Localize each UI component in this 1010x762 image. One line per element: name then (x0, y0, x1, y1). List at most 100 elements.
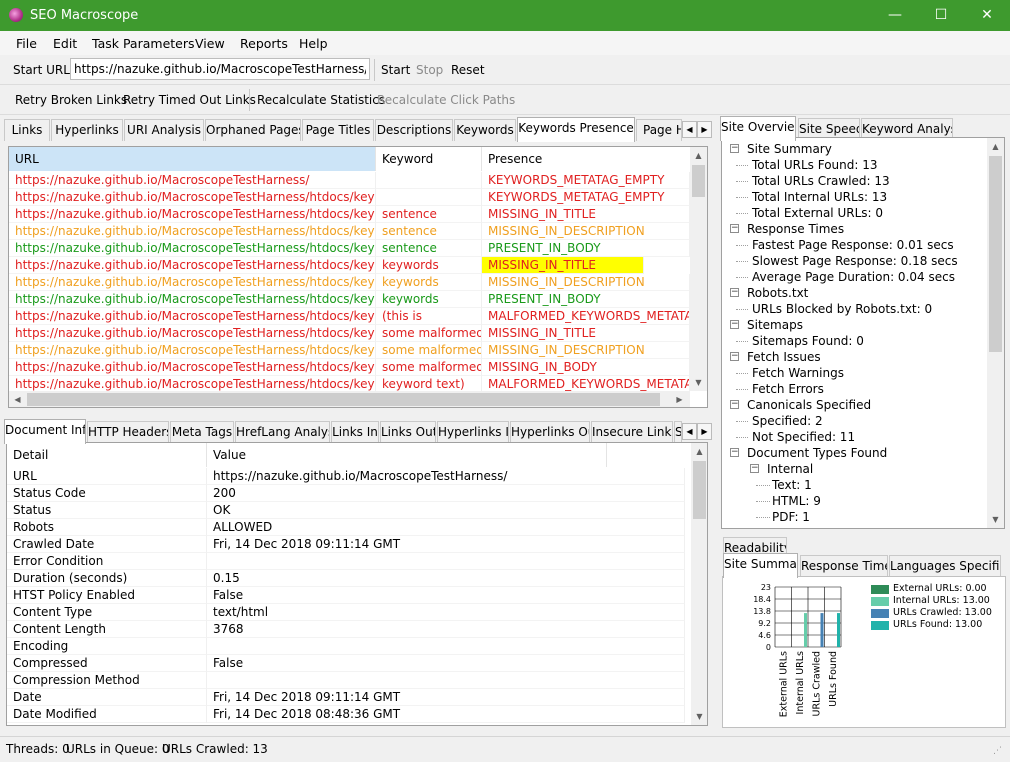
tree-node[interactable]: Slowest Page Response: 0.18 secs (752, 253, 958, 269)
tree-node[interactable]: Total Internal URLs: 13 (752, 189, 887, 205)
tree-node[interactable]: PDF: 1 (772, 509, 810, 525)
tree-node[interactable]: Document Types Found (747, 445, 887, 461)
recalculate-click-paths-button[interactable]: Recalculate Click Paths (377, 93, 515, 107)
scroll-up-icon[interactable]: ▲ (691, 443, 707, 460)
reset-button[interactable]: Reset (451, 63, 485, 77)
grid-vertical-scrollbar[interactable]: ▲ ▼ (690, 147, 707, 391)
tab-uri-analysis[interactable]: URI Analysis (124, 119, 204, 141)
tree-node[interactable]: Fastest Page Response: 0.01 secs (752, 237, 954, 253)
tree-node[interactable]: HTML: 9 (772, 493, 821, 509)
table-row[interactable]: Status Code 200 (7, 485, 692, 502)
tree-node[interactable]: Fetch Issues (747, 349, 821, 365)
scroll-thumb[interactable] (27, 393, 660, 406)
tree-node[interactable]: Total External URLs: 0 (752, 205, 883, 221)
tree-node[interactable]: Text: 1 (772, 477, 812, 493)
table-row[interactable]: Crawled Date Fri, 14 Dec 2018 09:11:14 GM… (7, 536, 692, 553)
tree-node[interactable]: URLs Blocked by Robots.txt: 0 (752, 301, 932, 317)
tree-collapse-icon[interactable]: − (750, 464, 759, 473)
menu-view[interactable]: View (195, 36, 225, 51)
table-row[interactable]: Compression Method (7, 672, 692, 689)
tab-links-in[interactable]: Links In (331, 421, 379, 443)
table-row[interactable]: https://nazuke.github.io/MacroscopeTestH… (9, 274, 690, 291)
tab-response-times[interactable]: Response Times (800, 555, 888, 577)
tree-collapse-icon[interactable]: − (730, 352, 739, 361)
tree-node[interactable]: Fetch Errors (752, 381, 824, 397)
tab-scroll-right-icon[interactable]: ▶ (697, 423, 712, 440)
tab-hyperlinks-out[interactable]: Hyperlinks Out (510, 421, 590, 443)
table-row[interactable]: https://nazuke.github.io/MacroscopeTestH… (9, 206, 690, 223)
tab-http-headers[interactable]: HTTP Headers (87, 421, 169, 443)
tab-scroll-left-icon[interactable]: ◀ (682, 423, 697, 440)
start-button[interactable]: Start (381, 63, 410, 77)
grid-vertical-scrollbar[interactable]: ▲ ▼ (691, 443, 707, 725)
close-button[interactable]: ✕ (964, 0, 1010, 31)
tree-collapse-icon[interactable]: − (730, 144, 739, 153)
tab-meta-tags[interactable]: Meta Tags (170, 421, 234, 443)
table-row[interactable]: https://nazuke.github.io/MacroscopeTestH… (9, 359, 690, 376)
tree-node[interactable]: Image: 2 (772, 525, 825, 528)
tab-page-titles[interactable]: Page Titles (302, 119, 374, 141)
tab-insecure-links[interactable]: Insecure Links (591, 421, 673, 443)
tab-keywords[interactable]: Keywords (454, 119, 516, 141)
tree-collapse-icon[interactable]: − (730, 224, 739, 233)
scroll-up-icon[interactable]: ▲ (987, 138, 1004, 155)
table-row[interactable]: Robots ALLOWED (7, 519, 692, 536)
menu-edit[interactable]: Edit (53, 36, 77, 51)
menu-reports[interactable]: Reports (240, 36, 288, 51)
table-row[interactable]: https://nazuke.github.io/MacroscopeTestH… (9, 308, 690, 325)
tree-collapse-icon[interactable]: − (730, 400, 739, 409)
tab-scroll-left-icon[interactable]: ◀ (682, 121, 697, 138)
scroll-left-icon[interactable]: ◀ (9, 391, 26, 407)
tab-document-info[interactable]: Document Info (4, 419, 86, 444)
tab-hyperlinks[interactable]: Hyperlinks (51, 119, 123, 141)
tab-site-overview[interactable]: Site Overview (720, 116, 796, 141)
stop-button[interactable]: Stop (416, 63, 443, 77)
tab-scroll-right-icon[interactable]: ▶ (697, 121, 712, 138)
tree-node[interactable]: Site Summary (747, 141, 832, 157)
tree-node[interactable]: Canonicals Specified (747, 397, 871, 413)
table-row[interactable]: https://nazuke.github.io/MacroscopeTestH… (9, 172, 690, 189)
scroll-down-icon[interactable]: ▼ (987, 511, 1004, 528)
table-row[interactable]: Error Condition (7, 553, 692, 570)
column-header-url[interactable]: URL (9, 147, 376, 171)
tree-collapse-icon[interactable]: − (730, 448, 739, 457)
table-row[interactable]: Compressed False (7, 655, 692, 672)
table-row[interactable]: https://nazuke.github.io/MacroscopeTestH… (9, 189, 690, 206)
scroll-thumb[interactable] (692, 165, 705, 197)
tree-node[interactable]: Not Specified: 11 (752, 429, 855, 445)
tab-orphaned-pages[interactable]: Orphaned Pages (205, 119, 301, 141)
scroll-down-icon[interactable]: ▼ (690, 374, 707, 391)
tree-node[interactable]: Response Times (747, 221, 844, 237)
table-row[interactable]: https://nazuke.github.io/MacroscopeTestH… (9, 240, 690, 257)
tab-links-out[interactable]: Links Out (380, 421, 436, 443)
table-row[interactable]: https://nazuke.github.io/MacroscopeTestH… (9, 291, 690, 308)
retry-broken-links-button[interactable]: Retry Broken Links (15, 93, 127, 107)
tab-links[interactable]: Links (4, 119, 50, 141)
tab-hyperlinks-in[interactable]: Hyperlinks In (437, 421, 509, 443)
tree-node[interactable]: Total URLs Found: 13 (752, 157, 877, 173)
resize-grip-icon[interactable]: ⋰ (993, 746, 1002, 756)
maximize-button[interactable]: ☐ (918, 0, 964, 31)
tab-keywords-presence[interactable]: Keywords Presence (517, 117, 635, 142)
recalculate-statistics-button[interactable]: Recalculate Statistics (257, 93, 385, 107)
tree-node[interactable]: Internal (767, 461, 813, 477)
table-row[interactable]: Date Fri, 14 Dec 2018 09:11:14 GMT (7, 689, 692, 706)
table-row[interactable]: Status OK (7, 502, 692, 519)
table-row[interactable]: https://nazuke.github.io/MacroscopeTestH… (9, 325, 690, 342)
scroll-thumb[interactable] (989, 156, 1002, 352)
tab-more[interactable]: S (674, 421, 682, 443)
tree-node[interactable]: Specified: 2 (752, 413, 823, 429)
column-header-value[interactable]: Value (207, 443, 607, 467)
table-row[interactable]: Date Modified Fri, 14 Dec 2018 08:48:36 G… (7, 706, 692, 723)
retry-timed-out-links-button[interactable]: Retry Timed Out Links (123, 93, 256, 107)
table-row[interactable]: HTST Policy Enabled False (7, 587, 692, 604)
start-url-input[interactable] (70, 58, 370, 80)
tree-node[interactable]: Average Page Duration: 0.04 secs (752, 269, 955, 285)
column-header-presence[interactable]: Presence (482, 147, 690, 171)
tab-languages-specified[interactable]: Languages Specified (889, 555, 1001, 577)
table-row[interactable]: URL https://nazuke.github.io/MacroscopeTe… (7, 468, 692, 485)
tree-node[interactable]: Fetch Warnings (752, 365, 844, 381)
table-row[interactable]: Duration (seconds) 0.15 (7, 570, 692, 587)
menu-file[interactable]: File (16, 36, 37, 51)
menu-task-parameters[interactable]: Task Parameters (92, 36, 195, 51)
